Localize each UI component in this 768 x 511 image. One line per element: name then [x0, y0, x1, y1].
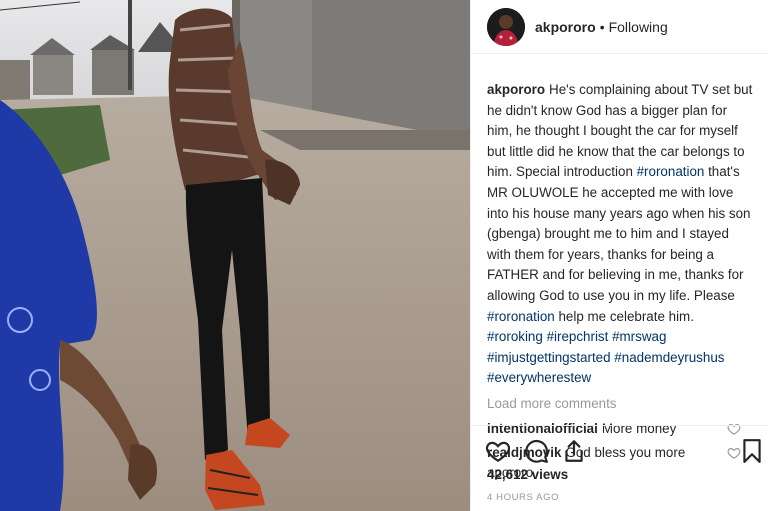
post-video[interactable] — [0, 0, 470, 511]
caption-text-segment: that's MR OLUWOLE he accepted me with lo… — [487, 164, 751, 303]
header-username[interactable]: akpororo — [535, 19, 596, 35]
bookmark-icon[interactable] — [739, 438, 765, 464]
header-separator: • — [599, 18, 605, 35]
caption-text-segment: help me celebrate him. — [554, 308, 694, 324]
comments-section: akpororo He's complaining about TV set bu… — [471, 80, 768, 483]
view-count[interactable]: 42,612 views — [487, 467, 568, 482]
hashtag-link[interactable]: #irepchrist — [547, 329, 609, 344]
post-actions — [471, 425, 768, 469]
comment-icon[interactable] — [523, 438, 549, 464]
share-icon[interactable] — [561, 438, 587, 464]
post-caption: akpororo He's complaining about TV set bu… — [487, 80, 753, 389]
hashtag-link[interactable]: #nademdeyrushus — [614, 350, 724, 365]
video-frame — [0, 0, 470, 511]
hashtag-link[interactable]: #everywherestew — [487, 370, 591, 385]
hashtag-link[interactable]: #mrswag — [612, 329, 666, 344]
caption-username[interactable]: akpororo — [487, 82, 545, 97]
load-more-comments-link[interactable]: Load more comments — [487, 393, 753, 415]
hashtag-link[interactable]: #roronation — [637, 164, 705, 179]
post-header: akpororo • Following — [471, 0, 768, 54]
post-timestamp[interactable]: 4 HOURS AGO — [487, 492, 559, 503]
post-sidebar: akpororo • Following akpororo He's compla… — [470, 0, 768, 511]
hashtag-link[interactable]: #roronation — [487, 309, 555, 324]
heart-icon[interactable] — [485, 438, 511, 464]
hashtag-link[interactable]: #imjustgettingstarted — [487, 350, 611, 365]
caption-text: He's complaining about TV set but he did… — [487, 82, 752, 385]
avatar[interactable] — [487, 7, 525, 46]
hashtag-link[interactable]: #roroking — [487, 329, 543, 344]
follow-status-button[interactable]: Following — [609, 19, 668, 35]
